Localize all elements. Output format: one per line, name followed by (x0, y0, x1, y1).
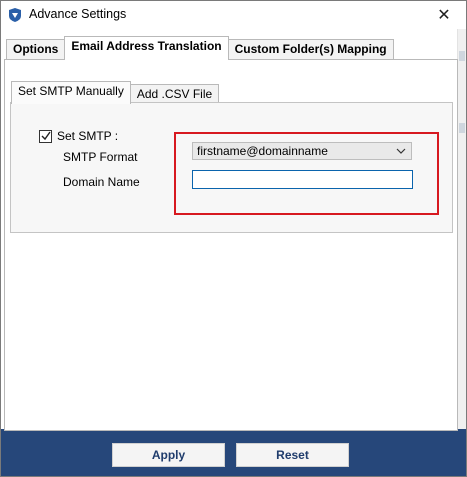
tab-custom-folder-mapping[interactable]: Custom Folder(s) Mapping (227, 39, 394, 60)
domain-name-input[interactable] (192, 170, 413, 189)
scroll-marker (459, 123, 465, 133)
scroll-marker (459, 51, 465, 61)
tab-set-smtp-manually[interactable]: Set SMTP Manually (11, 81, 131, 104)
smtp-settings-panel: Set SMTP : SMTP Format Domain Name first… (10, 102, 453, 233)
scrollbar[interactable] (457, 29, 466, 429)
sub-tabs: Set SMTP Manually Add .CSV File (11, 81, 220, 104)
checkmark-icon (41, 131, 51, 141)
tab-options[interactable]: Options (6, 39, 66, 60)
reset-button[interactable]: Reset (236, 443, 349, 467)
smtp-format-value: firstname@domainname (197, 144, 328, 158)
title-bar: Advance Settings ✕ (1, 1, 466, 29)
domain-name-label: Domain Name (63, 175, 140, 189)
close-icon: ✕ (437, 7, 451, 24)
smtp-format-select[interactable]: firstname@domainname (192, 142, 412, 160)
set-smtp-checkbox[interactable] (39, 129, 52, 143)
window-title: Advance Settings (29, 7, 127, 21)
email-translation-panel: Set SMTP Manually Add .CSV File Set SMTP… (4, 59, 458, 431)
advance-settings-window: Advance Settings ✕ Options Email Address… (0, 0, 467, 477)
set-smtp-label: Set SMTP : (57, 129, 119, 143)
close-button[interactable]: ✕ (422, 1, 466, 29)
smtp-format-label: SMTP Format (63, 150, 138, 164)
chevron-down-icon (396, 148, 406, 154)
main-tabs: Options Email Address Translation Custom… (6, 36, 394, 60)
tab-add-csv-file[interactable]: Add .CSV File (129, 84, 220, 104)
footer-bar: Apply Reset (1, 429, 466, 476)
tab-email-address-translation[interactable]: Email Address Translation (64, 36, 229, 60)
apply-button[interactable]: Apply (112, 443, 225, 467)
set-smtp-row: Set SMTP : (39, 129, 118, 143)
app-logo-icon (9, 8, 21, 22)
